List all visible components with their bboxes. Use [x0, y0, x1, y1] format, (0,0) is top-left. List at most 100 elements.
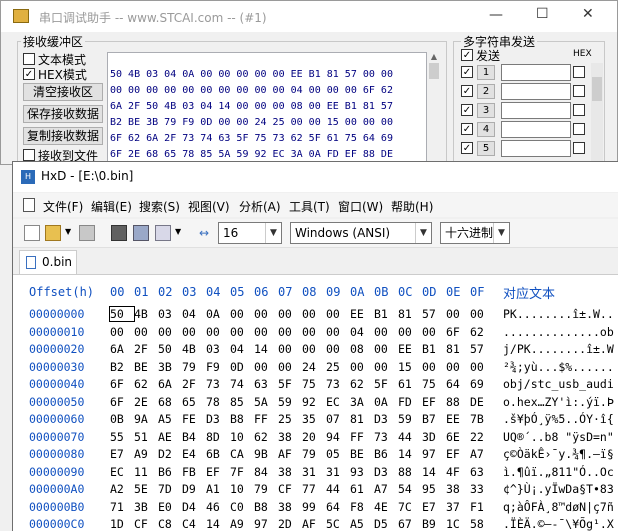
hex-byte[interactable]: CF [134, 517, 158, 531]
hex-byte[interactable]: 0D [230, 360, 254, 374]
hex-byte[interactable]: 62 [470, 325, 494, 339]
hex-byte[interactable]: 4B [182, 342, 206, 356]
hex-byte[interactable]: EE [350, 307, 374, 321]
hex-byte[interactable]: 62 [254, 430, 278, 444]
hex-byte[interactable]: 25 [278, 412, 302, 426]
hex-byte[interactable]: 38 [278, 500, 302, 514]
row-enable-checkbox[interactable]: ✓ [461, 104, 473, 116]
hex-byte[interactable]: 65 [182, 395, 206, 409]
hex-byte[interactable]: C4 [182, 517, 206, 531]
hex-byte[interactable]: D4 [182, 500, 206, 514]
hex-byte[interactable]: 08 [350, 342, 374, 356]
minimize-button[interactable]: — [489, 7, 503, 23]
hex-byte[interactable]: 00 [254, 360, 278, 374]
hex-mode-checkbox[interactable]: ✓ [23, 68, 35, 80]
menu-item[interactable]: 分析(A) [239, 198, 281, 215]
hex-byte[interactable]: 68 [158, 395, 182, 409]
open-folder-icon[interactable] [45, 225, 61, 241]
hex-byte[interactable]: 38 [446, 482, 470, 496]
hex-byte[interactable]: 00 [326, 307, 350, 321]
hex-byte[interactable]: 00 [446, 307, 470, 321]
hex-byte[interactable]: 64 [446, 377, 470, 391]
hex-byte[interactable]: FB [182, 465, 206, 479]
hex-byte[interactable]: 33 [470, 482, 494, 496]
hex-byte[interactable]: E0 [158, 500, 182, 514]
hex-byte[interactable]: 00 [230, 307, 254, 321]
recv-to-file-checkbox[interactable] [23, 149, 35, 161]
hex-byte[interactable]: B7 [422, 412, 446, 426]
hex-byte[interactable]: 79 [182, 360, 206, 374]
hex-byte[interactable]: B6 [158, 465, 182, 479]
hex-byte[interactable]: 97 [254, 517, 278, 531]
hex-byte[interactable]: 04 [350, 325, 374, 339]
multi-scroll-thumb[interactable] [592, 77, 602, 101]
hex-byte[interactable]: 6F [110, 377, 134, 391]
hex-byte[interactable]: 6F [446, 325, 470, 339]
hex-byte[interactable]: EF [446, 447, 470, 461]
row-text[interactable]: o.hex…ZY'ì:.ýï.Þ [503, 395, 614, 409]
hex-byte[interactable]: 00 [278, 342, 302, 356]
hex-byte[interactable]: C0 [230, 500, 254, 514]
scroll-thumb[interactable] [429, 63, 439, 79]
clear-recv-button[interactable]: 清空接收区 [23, 83, 103, 101]
hex-byte[interactable]: 0A [206, 307, 230, 321]
hex-byte[interactable]: 62 [350, 377, 374, 391]
hex-byte[interactable]: 11 [134, 465, 158, 479]
hex-byte[interactable]: 6A [110, 342, 134, 356]
hex-byte[interactable]: A5 [350, 517, 374, 531]
recv-data-area[interactable]: 50 4B 03 04 0A 00 00 00 00 00 EE B1 81 5… [107, 52, 427, 164]
hex-byte[interactable]: 00 [374, 325, 398, 339]
hex-byte[interactable]: B2 [110, 360, 134, 374]
hex-byte[interactable]: 00 [374, 360, 398, 374]
hex-byte[interactable]: 25 [326, 360, 350, 374]
row-text[interactable]: .ÏÈÄ.©—-¯\¥Õg¹.X [503, 517, 614, 531]
hex-byte[interactable]: FD [398, 395, 422, 409]
hex-byte[interactable]: 2F [134, 342, 158, 356]
hex-byte[interactable]: 31 [326, 465, 350, 479]
hex-byte[interactable]: AF [278, 447, 302, 461]
hex-byte[interactable]: 50 [109, 306, 135, 322]
row-hex-checkbox[interactable] [573, 123, 585, 135]
hex-byte[interactable]: 7D [158, 482, 182, 496]
hex-byte[interactable]: 4B [134, 307, 158, 321]
menu-item[interactable]: 帮助(H) [391, 198, 433, 215]
hex-byte[interactable]: F1 [470, 500, 494, 514]
hex-byte[interactable]: 5F [278, 377, 302, 391]
hex-byte[interactable]: 20 [302, 430, 326, 444]
hex-byte[interactable]: 74 [230, 377, 254, 391]
hex-byte[interactable]: 6F [110, 395, 134, 409]
hex-byte[interactable]: 00 [374, 342, 398, 356]
hex-byte[interactable]: 88 [398, 465, 422, 479]
hex-byte[interactable]: A1 [206, 482, 230, 496]
hex-byte[interactable]: BE [134, 360, 158, 374]
hex-byte[interactable]: 4E [374, 500, 398, 514]
hex-byte[interactable]: 6B [206, 447, 230, 461]
hex-byte[interactable]: A5 [158, 412, 182, 426]
hex-byte[interactable]: 00 [254, 307, 278, 321]
hex-byte[interactable]: D2 [158, 447, 182, 461]
hex-byte[interactable]: B4 [182, 430, 206, 444]
row-text[interactable]: PK........î±.W.. [503, 307, 614, 321]
hex-byte[interactable]: 00 [278, 360, 302, 374]
menu-item[interactable]: 视图(V) [188, 198, 230, 215]
hex-byte[interactable]: 59 [398, 412, 422, 426]
row-text-input[interactable] [501, 102, 571, 119]
row-hex-checkbox[interactable] [573, 104, 585, 116]
hex-byte[interactable]: 00 [302, 342, 326, 356]
row-text-input[interactable] [501, 83, 571, 100]
hex-byte[interactable]: 46 [206, 500, 230, 514]
menu-item[interactable]: 窗口(W) [338, 198, 383, 215]
hex-byte[interactable]: 1D [110, 517, 134, 531]
hex-byte[interactable]: 7C [398, 500, 422, 514]
hex-byte[interactable]: 04 [230, 342, 254, 356]
scroll-up-icon[interactable]: ▲ [427, 52, 441, 61]
chevron-down-icon[interactable]: ▼ [265, 223, 281, 243]
hex-byte[interactable]: 73 [374, 430, 398, 444]
row-text[interactable]: ì.¶ûï.„811"Ó..Oc [503, 465, 614, 479]
row-text[interactable]: ..............ob [503, 325, 614, 339]
hex-byte[interactable]: 71 [110, 500, 134, 514]
hex-byte[interactable]: 3D [422, 430, 446, 444]
hex-byte[interactable]: 97 [422, 447, 446, 461]
hex-byte[interactable]: EE [398, 342, 422, 356]
hex-byte[interactable]: 00 [254, 325, 278, 339]
